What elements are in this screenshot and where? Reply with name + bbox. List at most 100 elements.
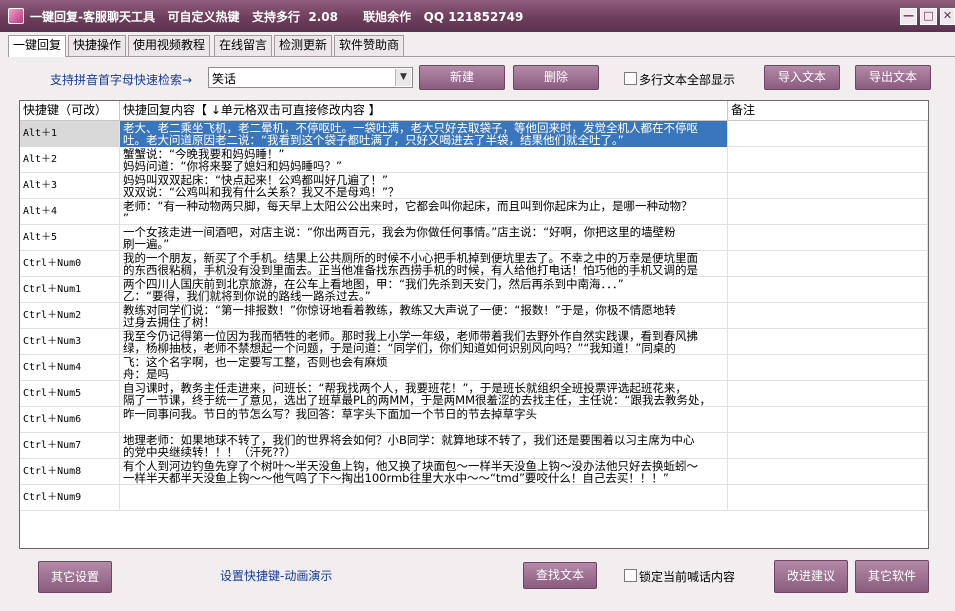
reply-content-line: 隔了一节课，终于统一了意见，选出了班草最PL的两MM，于是两MM很羞涩的去找主任… <box>123 394 711 406</box>
tab-divider <box>8 56 955 57</box>
hotkey-cell[interactable]: Alt＋4 <box>20 199 120 225</box>
table-row[interactable]: Ctrl＋Num7 地理老师：如果地球不转了，我们的世界将会如何？小B同学：就算地… <box>20 433 928 459</box>
hotkey-cell[interactable]: Ctrl＋Num1 <box>20 277 120 303</box>
multiline-checkbox[interactable] <box>624 72 637 85</box>
maximize-button[interactable]: □ <box>920 8 937 25</box>
table-row[interactable]: Ctrl＋Num4 飞：这个名字啊，也一定要写工整，否则也会有麻烦 舟：是吗 <box>20 355 928 381</box>
other-settings-button[interactable]: 其它设置 <box>38 561 112 593</box>
note-cell[interactable] <box>728 277 928 303</box>
reply-content-cell[interactable]: 我的一个朋友，新买了个手机。结果上公共厕所的时候不小心把手机掉到便坑里去了。不幸… <box>120 251 728 277</box>
tab-video-tutorial[interactable]: 使用视频教程 <box>128 35 211 56</box>
note-cell[interactable] <box>728 225 928 251</box>
import-button[interactable]: 导入文本 <box>764 65 840 90</box>
note-cell[interactable] <box>728 329 928 355</box>
table-row[interactable]: Alt＋1 老大、老二乘坐飞机，老二晕机，不停呕吐。一袋吐满，老大只好去取袋子，等… <box>20 121 928 147</box>
hotkey-cell[interactable]: Alt＋1 <box>20 121 120 147</box>
tab-check-update[interactable]: 检测更新 <box>274 35 333 56</box>
table-row[interactable]: Ctrl＋Num5 自习课时，教务主任走进来，问班长：“帮我找两个人，我要班花！”… <box>20 381 928 407</box>
table-row[interactable]: Alt＋4 老师：“有一种动物两只脚，每天早上太阳公公出来时，它都会叫你起床，而且… <box>20 199 928 225</box>
table-row[interactable]: Alt＋3 妈妈叫双双起床：“快点起来！公鸡都叫好几遍了！” 双双说：“公鸡叫和我有… <box>20 173 928 199</box>
note-cell[interactable] <box>728 173 928 199</box>
hotkey-demo-link[interactable]: 设置快捷键-动画演示 <box>220 567 332 584</box>
new-button[interactable]: 新建 <box>419 65 505 90</box>
table-row[interactable]: Ctrl＋Num2 教练对同学们说：“第一排报数！”你惊讶地看着教练，教练又大声说… <box>20 303 928 329</box>
find-text-button[interactable]: 查找文本 <box>523 562 597 589</box>
reply-content-cell[interactable]: 有个人到河边钓鱼先穿了个树叶～半天没鱼上钩，他又换了块面包～一样半天没鱼上钩～没… <box>120 459 728 485</box>
note-cell[interactable] <box>728 147 928 173</box>
table-row[interactable]: Ctrl＋Num0 我的一个朋友，新买了个手机。结果上公共厕所的时候不小心把手机掉… <box>20 251 928 277</box>
tab-sponsors[interactable]: 软件赞助商 <box>334 35 405 56</box>
tab-online-message[interactable]: 在线留言 <box>214 35 273 56</box>
close-button[interactable]: ✕ <box>940 8 955 25</box>
reply-content-cell[interactable] <box>120 485 728 511</box>
reply-content-line: 吐。老大问道原因老二说：“我看到这个袋子都吐满了，只好又喝进去了半袋，结果他们就… <box>123 134 624 146</box>
note-cell[interactable] <box>728 355 928 381</box>
header-hotkey[interactable]: 快捷键（可改） <box>20 101 120 121</box>
note-cell[interactable] <box>728 407 928 433</box>
reply-content-cell[interactable]: 地理老师：如果地球不转了，我们的世界将会如何？小B同学：就算地球不转了，我们还是… <box>120 433 728 459</box>
reply-content-cell[interactable]: 老大、老二乘坐飞机，老二晕机，不停呕吐。一袋吐满，老大只好去取袋子，等他回来时，… <box>120 121 728 147</box>
reply-content-line: 我至今仍记得第一位因为我而牺牲的老师。那时我上小学一年级，老师带着我们去野外作自… <box>123 330 698 342</box>
hotkey-cell[interactable]: Ctrl＋Num3 <box>20 329 120 355</box>
tab-quick-reply[interactable]: 一键回复 <box>8 35 67 57</box>
hotkey-cell[interactable]: Ctrl＋Num7 <box>20 433 120 459</box>
reply-content-cell[interactable]: 两个四川人国庆前到北京旅游，在公车上看地图，甲：“我们先杀到天安门，然后再杀到中… <box>120 277 728 303</box>
reply-content-cell[interactable]: 蟹蟹说：“今晚我要和妈妈睡！” 妈妈问道：“你将来娶了媳妇和妈妈睡吗？” <box>120 147 728 173</box>
tab-quick-actions[interactable]: 快捷操作 <box>68 35 127 56</box>
suggest-button[interactable]: 改进建议 <box>774 560 848 593</box>
reply-content-line: 老大、老二乘坐飞机，老二晕机，不停呕吐。一袋吐满，老大只好去取袋子，等他回来时，… <box>123 122 698 134</box>
table-row[interactable]: Ctrl＋Num8 有个人到河边钓鱼先穿了个树叶～半天没鱼上钩，他又换了块面包～一… <box>20 459 928 485</box>
header-content[interactable]: 快捷回复内容【 ↓单元格双击可直接修改内容 】 <box>120 101 728 121</box>
search-combo[interactable]: 笑话 ▼ <box>208 67 413 88</box>
hotkey-cell[interactable]: Ctrl＋Num8 <box>20 459 120 485</box>
hotkey-cell[interactable]: Alt＋3 <box>20 173 120 199</box>
other-software-button[interactable]: 其它软件 <box>855 560 929 593</box>
reply-content-cell[interactable]: 教练对同学们说：“第一排报数！”你惊讶地看着教练，教练又大声说了一便：“报数！”… <box>120 303 728 329</box>
reply-content-line: 飞：这个名字啊，也一定要写工整，否则也会有麻烦 <box>123 356 388 368</box>
reply-content-cell[interactable]: 飞：这个名字啊，也一定要写工整，否则也会有麻烦 舟：是吗 <box>120 355 728 381</box>
reply-content-cell[interactable]: 我至今仍记得第一位因为我而牺牲的老师。那时我上小学一年级，老师带着我们去野外作自… <box>120 329 728 355</box>
note-cell[interactable] <box>728 433 928 459</box>
hotkey-cell[interactable]: Ctrl＋Num6 <box>20 407 120 433</box>
lock-checkbox[interactable] <box>624 569 637 582</box>
hotkey-cell[interactable]: Ctrl＋Num2 <box>20 303 120 329</box>
reply-content-line: 老师：“有一种动物两只脚，每天早上太阳公公出来时，它都会叫你起床，而且叫到你起床… <box>123 200 693 212</box>
hotkey-cell[interactable]: Ctrl＋Num5 <box>20 381 120 407</box>
header-note[interactable]: 备注 <box>728 101 928 121</box>
note-cell[interactable] <box>728 485 928 511</box>
note-cell[interactable] <box>728 121 928 147</box>
minimize-button[interactable]: — <box>900 8 917 25</box>
reply-content-cell[interactable]: 妈妈叫双双起床：“快点起来！公鸡都叫好几遍了！” 双双说：“公鸡叫和我有什么关系？… <box>120 173 728 199</box>
table-row[interactable]: Ctrl＋Num6 昨一同事问我。节日的节怎么写？我回答：草字头下面加一个节日的节… <box>20 407 928 433</box>
chevron-down-icon[interactable]: ▼ <box>395 69 411 86</box>
hotkey-cell[interactable]: Ctrl＋Num4 <box>20 355 120 381</box>
reply-content-line: 自习课时，教务主任走进来，问班长：“帮我找两个人，我要班花！”，于是班长就组织全… <box>123 382 687 394</box>
table-row[interactable]: Alt＋2 蟹蟹说：“今晚我要和妈妈睡！” 妈妈问道：“你将来娶了媳妇和妈妈睡吗？” <box>20 147 928 173</box>
note-cell[interactable] <box>728 251 928 277</box>
reply-content-line: 双双说：“公鸡叫和我有什么关系？我又不是母鸡！”？ <box>123 186 400 198</box>
reply-content-cell[interactable]: 一个女孩走进一间酒吧，对店主说：“你出两百元，我会为你做任何事情。”店主说：“好… <box>120 225 728 251</box>
table-row[interactable]: Alt＋5 一个女孩走进一间酒吧，对店主说：“你出两百元，我会为你做任何事情。”店… <box>20 225 928 251</box>
hotkey-cell[interactable]: Ctrl＋Num9 <box>20 485 120 511</box>
export-button[interactable]: 导出文本 <box>855 65 931 90</box>
table-row[interactable]: Ctrl＋Num9 <box>20 485 928 511</box>
reply-content-line: 绿，杨柳抽枝，老师不禁想起一个问题，于是问道：“同学们，你们知道如何识别风向吗？… <box>123 342 676 354</box>
reply-content-line: ” <box>123 212 129 224</box>
reply-content-cell[interactable]: 老师：“有一种动物两只脚，每天早上太阳公公出来时，它都会叫你起床，而且叫到你起床… <box>120 199 728 225</box>
table-row[interactable]: Ctrl＋Num3 我至今仍记得第一位因为我而牺牲的老师。那时我上小学一年级，老师… <box>20 329 928 355</box>
hotkey-cell[interactable]: Ctrl＋Num0 <box>20 251 120 277</box>
app-icon <box>8 8 24 24</box>
note-cell[interactable] <box>728 381 928 407</box>
note-cell[interactable] <box>728 459 928 485</box>
reply-content-line: 乙：“要得，我们就将到你说的路线一路杀过去。” <box>123 290 371 302</box>
table-row[interactable]: Ctrl＋Num1 两个四川人国庆前到北京旅游，在公车上看地图，甲：“我们先杀到天… <box>20 277 928 303</box>
hotkey-cell[interactable]: Alt＋5 <box>20 225 120 251</box>
reply-content-cell[interactable]: 自习课时，教务主任走进来，问班长：“帮我找两个人，我要班花！”，于是班长就组织全… <box>120 381 728 407</box>
reply-grid[interactable]: 快捷键（可改） 快捷回复内容【 ↓单元格双击可直接修改内容 】 备注 Alt＋1… <box>19 100 929 549</box>
delete-button[interactable]: 删除 <box>513 65 599 90</box>
hotkey-cell[interactable]: Alt＋2 <box>20 147 120 173</box>
multiline-label: 多行文本全部显示 <box>639 73 736 87</box>
note-cell[interactable] <box>728 303 928 329</box>
reply-content-cell[interactable]: 昨一同事问我。节日的节怎么写？我回答：草字头下面加一个节日的节去掉草字头 <box>120 407 728 433</box>
note-cell[interactable] <box>728 199 928 225</box>
